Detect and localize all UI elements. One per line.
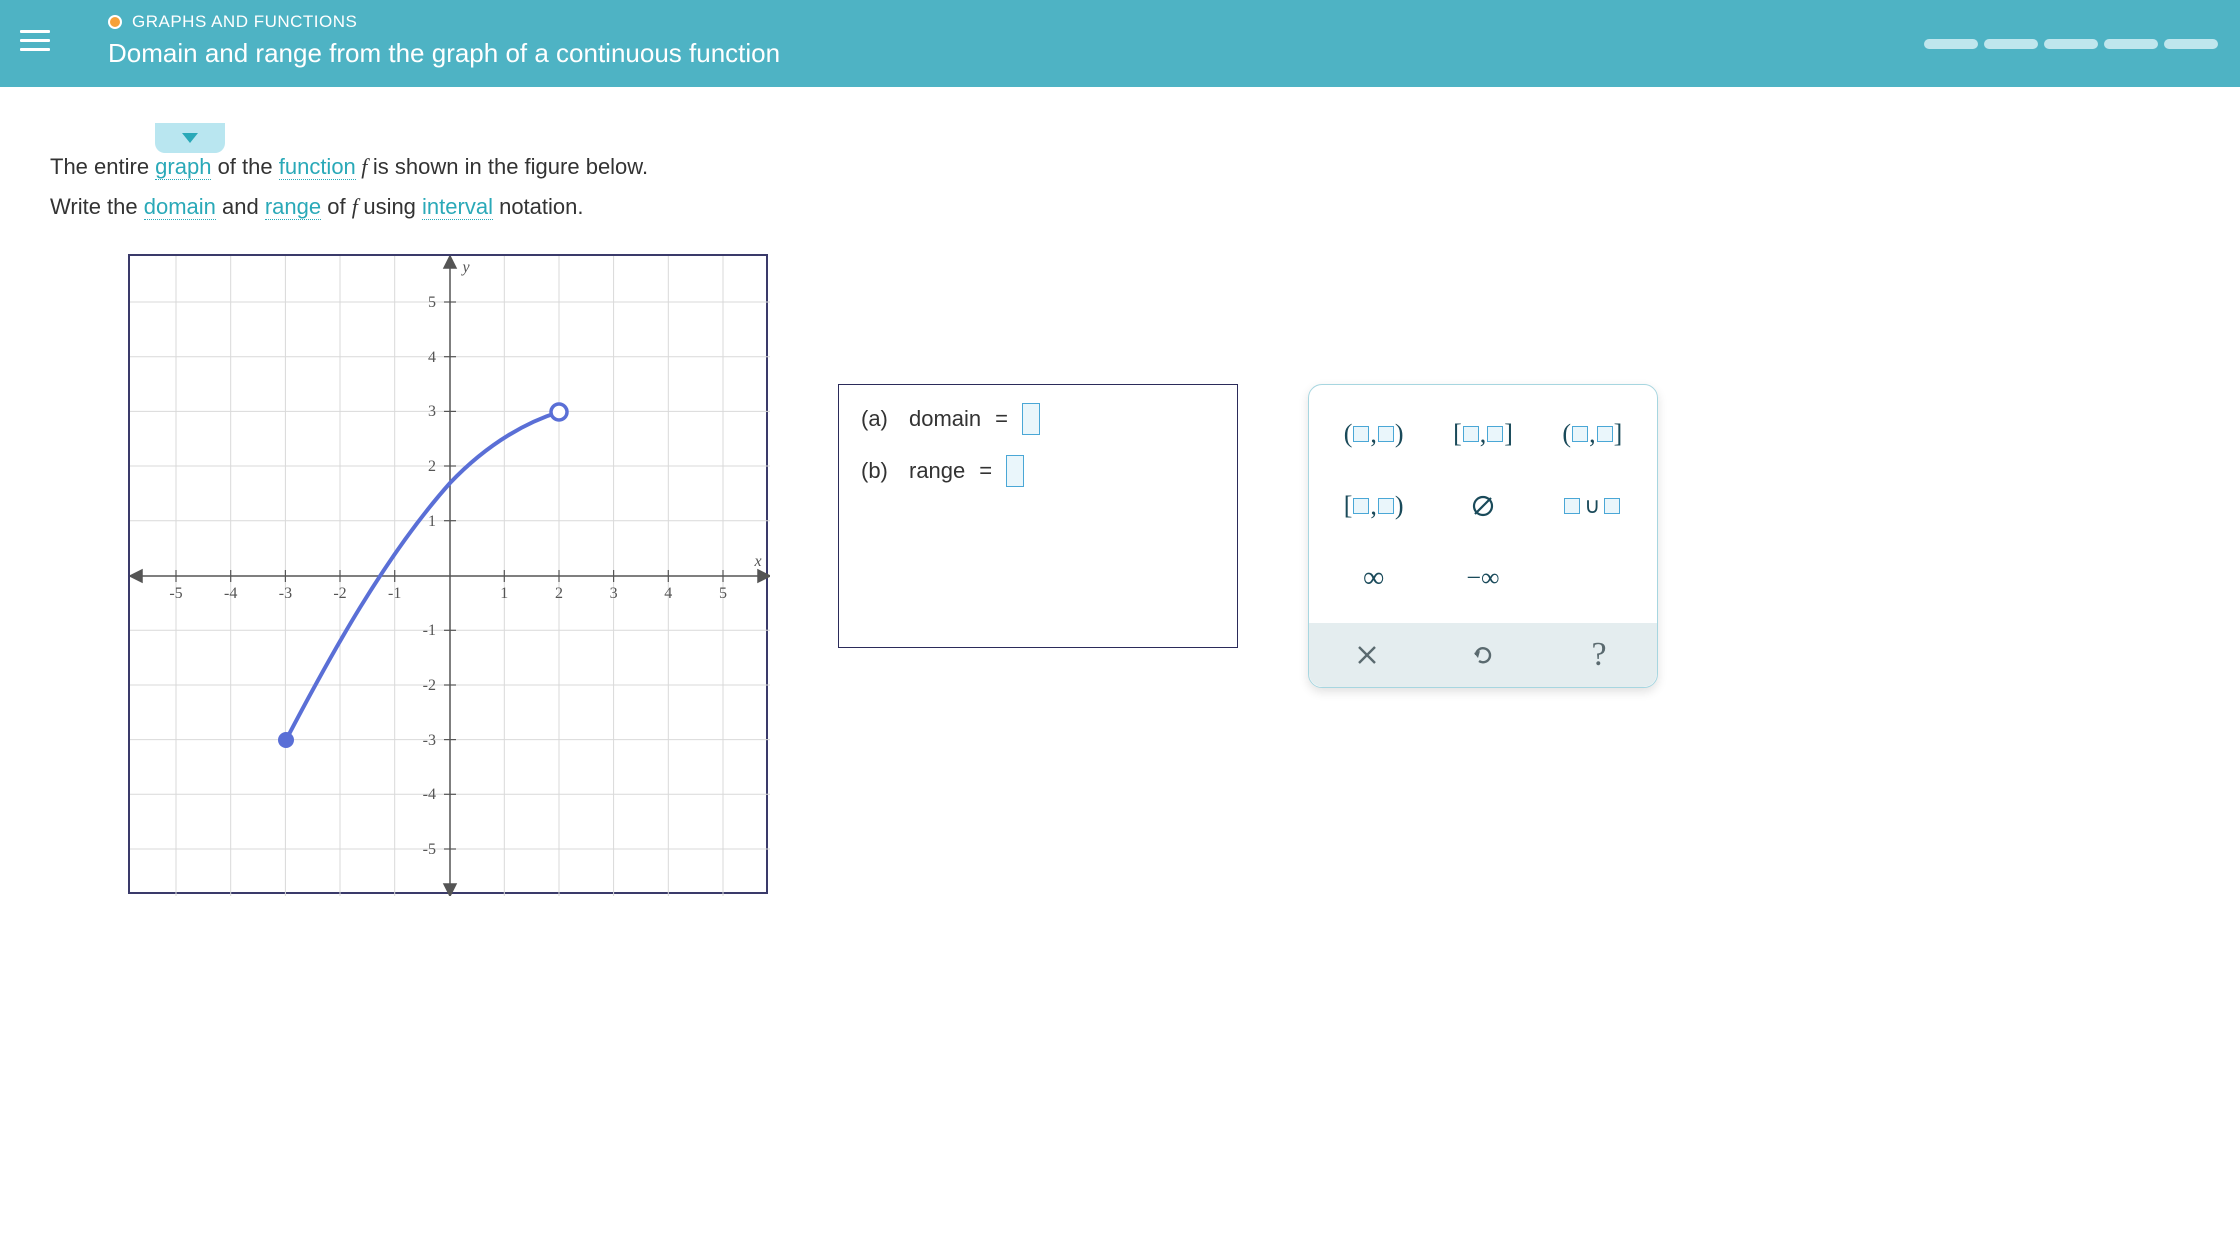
y-axis-label: y [460,259,470,276]
text: notation. [493,194,584,219]
x-tick: -3 [279,585,292,602]
key-open-closed-interval[interactable]: (,] [1546,407,1639,461]
text: using [363,194,422,219]
x-tick: -4 [224,585,237,602]
y-tick: -5 [423,841,436,858]
answer-name-range: range [909,458,965,484]
equals-sign: = [995,406,1008,432]
y-tick: -2 [423,677,436,694]
x-tick: -1 [388,585,401,602]
close-icon [1356,644,1378,666]
y-tick: 2 [428,458,436,475]
clear-button[interactable] [1309,623,1425,687]
app-header: GRAPHS AND FUNCTIONS Domain and range fr… [0,0,2240,87]
x-axis-label: x [753,553,761,570]
y-tick: -4 [423,786,436,803]
keyword-interval[interactable]: interval [422,194,493,220]
y-tick: -1 [423,622,436,639]
x-tick: 4 [664,585,672,602]
answer-panel: (a) domain = (b) range = [838,384,1238,648]
keyword-graph[interactable]: graph [155,154,211,180]
text: and [216,194,265,219]
question-prompt: The entire graph of the function f is sh… [50,147,2190,226]
answer-name-domain: domain [909,406,981,432]
text: Write the [50,194,144,219]
range-input[interactable] [1006,455,1024,487]
part-label-a: (a) [861,406,895,432]
key-neg-infinity[interactable]: −∞ [1436,551,1529,605]
header-dropdown-tab[interactable] [155,123,225,153]
key-union[interactable]: ∪ [1546,479,1639,533]
key-closed-interval[interactable]: [,] [1436,407,1529,461]
menu-icon[interactable] [20,17,68,65]
help-button[interactable]: ? [1541,623,1657,687]
y-tick: 5 [428,294,436,311]
page-title: Domain and range from the graph of a con… [108,38,2220,69]
text: of the [211,154,278,179]
chevron-down-icon [182,133,198,143]
topic-label: GRAPHS AND FUNCTIONS [132,12,357,32]
answer-row-domain: (a) domain = [861,403,1215,435]
symbol-keypad: (,) [,] (,] [,) ∪ ∞ −∞ ? [1308,384,1658,688]
x-tick: 1 [500,585,508,602]
text: f [352,194,364,219]
content-area: The entire graph of the function f is sh… [0,87,2240,934]
x-tick: 2 [555,585,563,602]
key-open-interval[interactable]: (,) [1327,407,1420,461]
x-tick: 3 [610,585,618,602]
y-tick: 3 [428,403,436,420]
undo-icon [1471,643,1495,667]
key-closed-open-interval[interactable]: [,) [1327,479,1420,533]
text: is shown in the figure below. [373,154,648,179]
x-tick: -5 [169,585,182,602]
y-tick: 1 [428,513,436,530]
x-tick: -2 [333,585,346,602]
topic-dot-icon [108,15,122,29]
keyword-range[interactable]: range [265,194,321,220]
keyword-function[interactable]: function [279,154,356,180]
progress-bar [1924,39,2218,49]
x-tick: 5 [719,585,727,602]
undo-button[interactable] [1425,623,1541,687]
endpoint-closed [278,732,294,748]
answer-row-range: (b) range = [861,455,1215,487]
domain-input[interactable] [1022,403,1040,435]
graph-figure: -5 -4 -3 -2 -1 1 2 3 4 5 5 4 3 2 1 -1 -2 [128,254,768,894]
key-empty-set[interactable] [1436,479,1529,533]
text: The entire [50,154,155,179]
key-infinity[interactable]: ∞ [1327,551,1420,605]
keyword-domain[interactable]: domain [144,194,216,220]
text: f [356,154,373,179]
text: of [321,194,352,219]
part-label-b: (b) [861,458,895,484]
endpoint-open [551,404,567,420]
y-tick: -3 [423,732,436,749]
equals-sign: = [979,458,992,484]
key-blank [1546,551,1639,605]
y-tick: 4 [428,349,436,366]
